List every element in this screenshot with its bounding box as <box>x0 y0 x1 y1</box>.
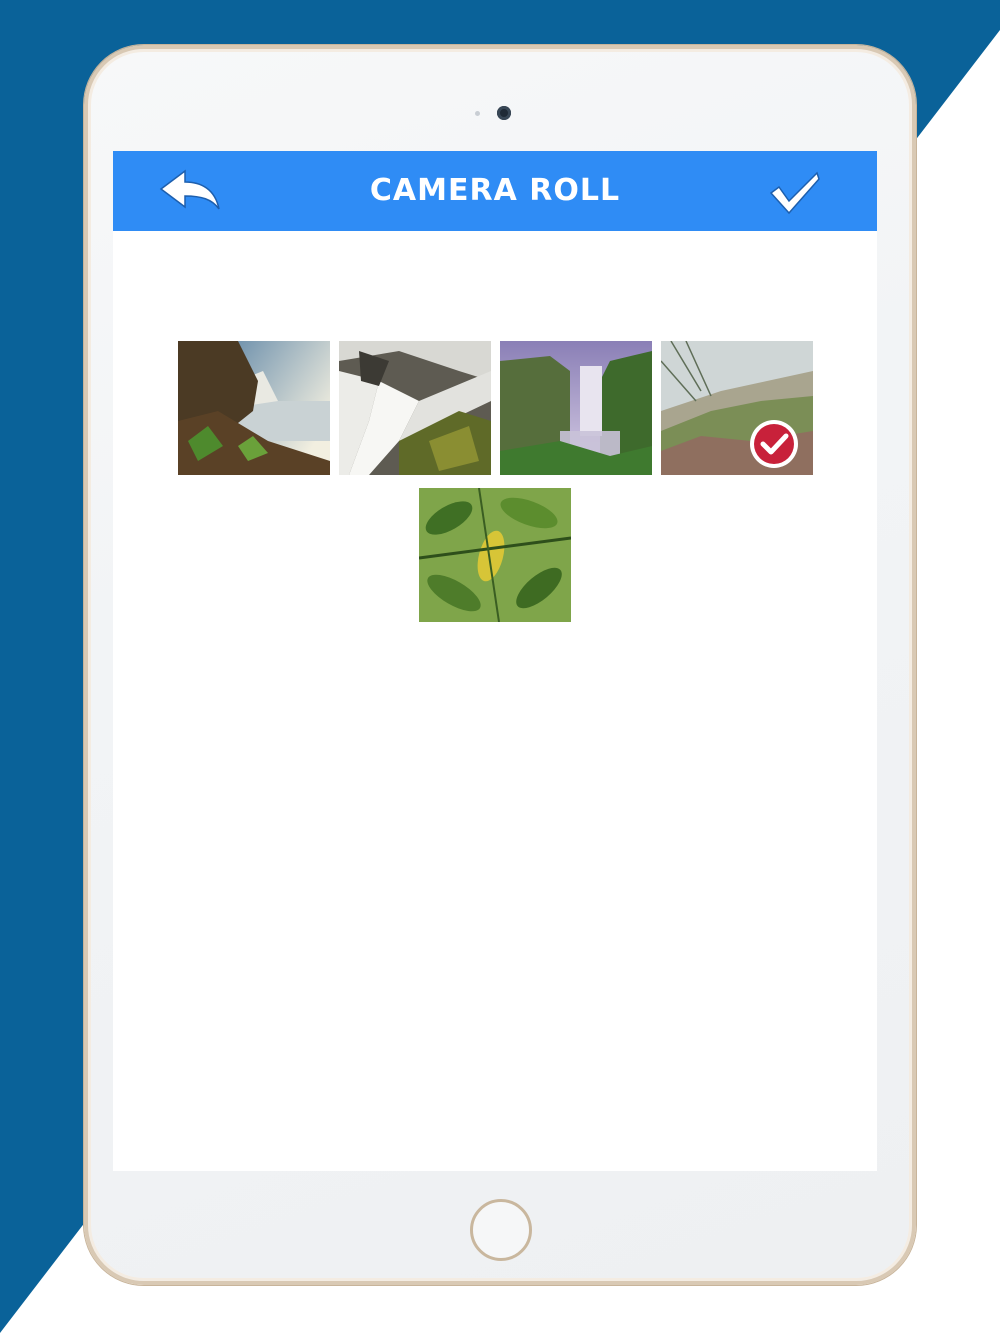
app-screen: CAMERA ROLL <box>113 151 877 1171</box>
photo-thumbnail[interactable] <box>178 341 330 475</box>
photo-thumbnail[interactable] <box>339 341 491 475</box>
checkmark-icon <box>769 171 820 215</box>
photo-thumbnail[interactable] <box>661 341 813 475</box>
tablet-device: CAMERA ROLL <box>84 45 916 1285</box>
photo-waterfall-cliff <box>178 341 330 475</box>
top-bar: CAMERA ROLL <box>113 151 877 231</box>
photo-waterfall-rapids <box>339 341 491 475</box>
selected-check-icon <box>750 420 798 468</box>
home-button[interactable] <box>470 1199 532 1261</box>
photo-thumbnail[interactable] <box>500 341 652 475</box>
done-button[interactable] <box>767 167 825 217</box>
page-title: CAMERA ROLL <box>369 173 621 208</box>
front-camera <box>497 106 511 120</box>
photo-waterfall-misty-valley <box>500 341 652 475</box>
photo-green-leaves <box>419 488 571 622</box>
sensor-dot <box>475 111 480 116</box>
back-button[interactable] <box>157 167 227 217</box>
photo-thumbnail[interactable] <box>419 488 571 622</box>
back-arrow-icon <box>159 169 220 210</box>
